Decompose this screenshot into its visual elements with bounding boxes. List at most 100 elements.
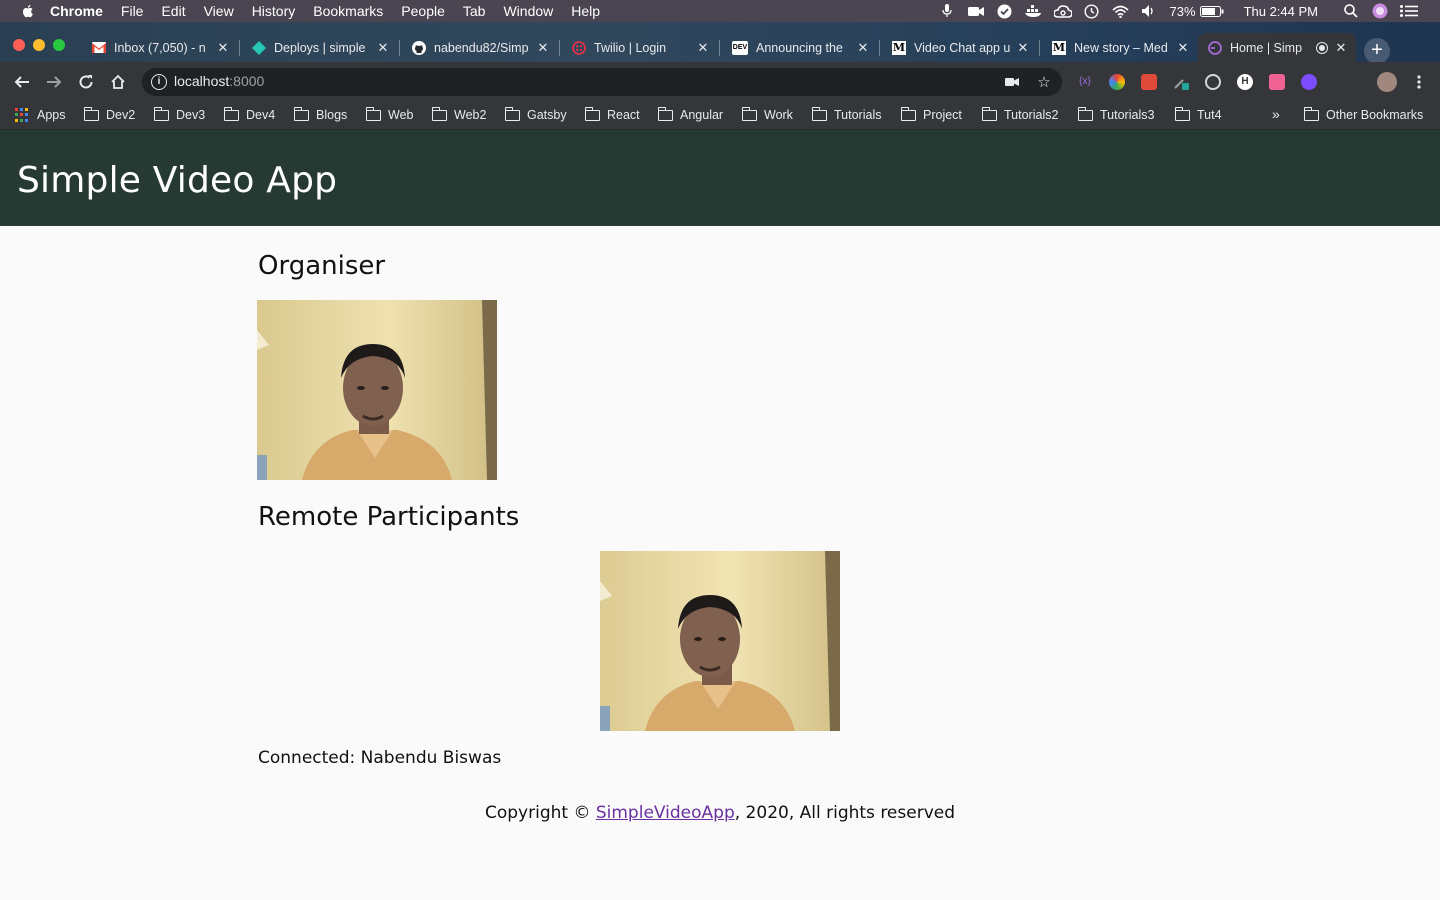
red-extension-icon[interactable]: [1141, 74, 1157, 90]
bookmark-folder-project[interactable]: Project: [900, 106, 962, 122]
close-tab-icon[interactable]: ✕: [376, 40, 390, 56]
address-url[interactable]: localhost:8000: [174, 73, 264, 89]
zoom-window-button[interactable]: [53, 39, 65, 51]
folder-icon: [1174, 106, 1190, 121]
close-tab-icon[interactable]: ✕: [1176, 40, 1190, 56]
creative-cloud-icon[interactable]: [1053, 4, 1072, 18]
close-tab-icon[interactable]: ✕: [856, 40, 870, 56]
target-extension-icon[interactable]: [1205, 74, 1221, 90]
extension-icon[interactable]: {x}: [1077, 74, 1093, 90]
close-tab-icon[interactable]: ✕: [1016, 40, 1030, 56]
bookmark-apps[interactable]: Apps: [15, 108, 66, 122]
menu-help[interactable]: Help: [571, 3, 600, 19]
camera-icon[interactable]: [967, 4, 985, 18]
menu-history[interactable]: History: [252, 3, 296, 19]
h-extension-icon[interactable]: H: [1237, 74, 1253, 90]
bookmark-folder-other[interactable]: Other Bookmarks: [1303, 106, 1423, 122]
bookmark-folder-dev2[interactable]: Dev2: [83, 106, 136, 122]
medium-icon: M: [892, 40, 906, 55]
connection-status: Connected: Nabendu Biswas: [258, 748, 502, 768]
battery-icon[interactable]: [1199, 4, 1224, 18]
menu-view[interactable]: View: [204, 3, 234, 19]
site-info-icon[interactable]: i: [151, 74, 167, 90]
tab-title: Video Chat app u: [914, 40, 1010, 55]
netlify-icon: [252, 40, 266, 55]
bookmarks-overflow-button[interactable]: »: [1272, 106, 1280, 122]
bookmark-folder-web2[interactable]: Web2: [431, 106, 486, 122]
back-button[interactable]: [12, 72, 32, 92]
bookmark-folder-dev4[interactable]: Dev4: [223, 106, 275, 122]
tab-separator: [239, 40, 240, 56]
camera-in-use-icon[interactable]: [1004, 74, 1020, 90]
gatsby-icon: [1208, 40, 1222, 55]
address-bar[interactable]: i localhost:8000 ☆: [142, 68, 1062, 96]
menu-tab[interactable]: Tab: [463, 3, 486, 19]
close-tab-icon[interactable]: ✕: [216, 40, 230, 56]
bookmark-label: Dev2: [106, 108, 136, 122]
folder-icon: [153, 106, 169, 121]
clock[interactable]: Thu 2:44 PM: [1244, 4, 1318, 19]
tab-github[interactable]: nabendu82/Simp ✕: [402, 33, 558, 62]
forward-button[interactable]: [44, 72, 64, 92]
menu-window[interactable]: Window: [503, 3, 553, 19]
color-picker-extension-icon[interactable]: [1109, 74, 1125, 90]
organiser-heading: Organiser: [258, 251, 386, 281]
apple-icon[interactable]: [20, 3, 36, 19]
home-button[interactable]: [108, 72, 128, 92]
tab-netlify-deploys[interactable]: Deploys | simple ✕: [242, 33, 398, 62]
tab-gmail[interactable]: Inbox (7,050) - n ✕: [82, 33, 238, 62]
close-window-button[interactable]: [13, 39, 25, 51]
volume-icon[interactable]: [1141, 4, 1159, 18]
bookmark-folder-web[interactable]: Web: [365, 106, 413, 122]
bookmark-folder-work[interactable]: Work: [741, 106, 793, 122]
menu-edit[interactable]: Edit: [161, 3, 185, 19]
bookmark-folder-tutorials[interactable]: Tutorials: [811, 106, 881, 122]
folder-icon: [741, 106, 757, 121]
chrome-menu-icon[interactable]: [1409, 72, 1429, 92]
close-tab-icon[interactable]: ✕: [536, 40, 550, 56]
video-extension-icon[interactable]: [1269, 74, 1285, 90]
app-title[interactable]: Simple Video App: [17, 160, 337, 201]
medium-icon: M: [1052, 40, 1066, 55]
macos-menu-bar: Chrome File Edit View History Bookmarks …: [0, 0, 1440, 22]
folder-icon: [431, 106, 447, 121]
minimize-window-button[interactable]: [33, 39, 45, 51]
bookmark-folder-gatsby[interactable]: Gatsby: [504, 106, 567, 122]
menu-bookmarks[interactable]: Bookmarks: [313, 3, 383, 19]
spotlight-search-icon[interactable]: [1342, 4, 1360, 18]
footer-site-link[interactable]: SimpleVideoApp: [596, 803, 735, 823]
bookmark-star-icon[interactable]: ☆: [1036, 74, 1052, 91]
bookmark-folder-tutorials2[interactable]: Tutorials2: [981, 106, 1058, 122]
menu-people[interactable]: People: [401, 3, 445, 19]
tab-dev-announcing[interactable]: DEV Announcing the ✕: [722, 33, 878, 62]
bookmark-folder-blogs[interactable]: Blogs: [293, 106, 347, 122]
siri-icon[interactable]: [1371, 3, 1389, 19]
notification-center-icon[interactable]: [1400, 4, 1418, 18]
bookmark-folder-tutorials3[interactable]: Tutorials3: [1077, 106, 1154, 122]
bookmark-folder-tut4[interactable]: Tut4: [1174, 106, 1222, 122]
eyedropper-extension-icon[interactable]: [1173, 74, 1189, 90]
tab-twilio-login[interactable]: Twilio | Login ✕: [562, 33, 718, 62]
tab-home-simple-video-app[interactable]: Home | Simp ✕: [1198, 33, 1356, 62]
close-tab-icon[interactable]: ✕: [696, 40, 710, 56]
microphone-icon[interactable]: [938, 4, 956, 18]
purple-extension-icon[interactable]: [1301, 74, 1317, 90]
recording-indicator-icon: [1316, 41, 1328, 54]
bookmark-folder-react[interactable]: React: [584, 106, 640, 122]
wifi-icon[interactable]: [1112, 4, 1130, 18]
reload-button[interactable]: [76, 72, 96, 92]
docker-icon[interactable]: [1024, 4, 1043, 18]
tab-medium-new-story[interactable]: M New story – Med ✕: [1042, 33, 1198, 62]
check-circle-icon[interactable]: [996, 4, 1014, 18]
new-tab-button[interactable]: +: [1364, 38, 1390, 64]
menu-app-chrome[interactable]: Chrome: [50, 3, 103, 19]
profile-avatar[interactable]: [1377, 72, 1397, 92]
apps-grid-icon: [15, 108, 29, 122]
bookmark-label: Apps: [37, 108, 66, 122]
tab-medium-video-chat[interactable]: M Video Chat app u ✕: [882, 33, 1038, 62]
bookmark-folder-angular[interactable]: Angular: [657, 106, 723, 122]
bookmark-folder-dev3[interactable]: Dev3: [153, 106, 205, 122]
close-tab-icon[interactable]: ✕: [1334, 40, 1348, 56]
menu-file[interactable]: File: [121, 3, 144, 19]
time-machine-icon[interactable]: [1083, 3, 1101, 19]
